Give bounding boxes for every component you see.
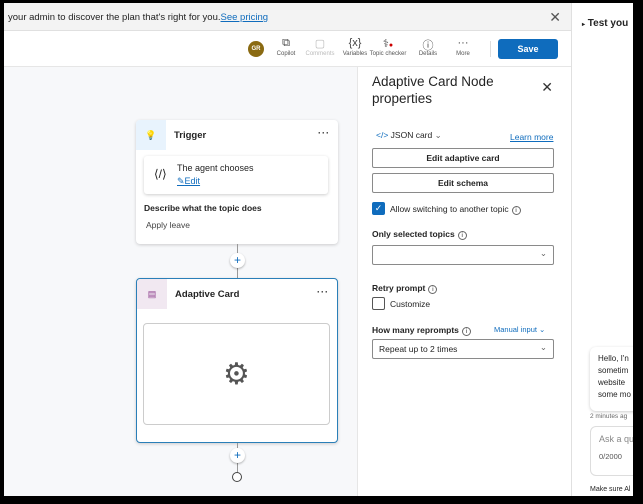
- retry-prompt-label: Retry prompt i: [372, 283, 438, 294]
- adaptive-card-node[interactable]: ▤ Adaptive Card ··· ⚙: [136, 278, 338, 443]
- close-icon[interactable]: ✕: [541, 79, 553, 96]
- info-icon[interactable]: i: [461, 327, 471, 336]
- info-icon[interactable]: i: [511, 206, 521, 215]
- describe-label: Describe what the topic does: [144, 203, 262, 213]
- caret-right-icon: ▸: [582, 22, 586, 28]
- more-icon: ···: [457, 37, 469, 49]
- chevron-down-icon: ⌄: [539, 248, 547, 258]
- edit-schema-button[interactable]: Edit schema: [372, 173, 554, 193]
- more-icon[interactable]: ···: [318, 128, 330, 138]
- info-icon[interactable]: i: [428, 285, 438, 294]
- message-time: 2 minutes ag: [590, 413, 628, 420]
- card-gear-icon: ⚙: [223, 357, 250, 391]
- customize-label: Customize: [390, 299, 431, 309]
- info-icon[interactable]: i: [457, 231, 467, 240]
- close-icon[interactable]: ✕: [549, 9, 561, 26]
- agent-chooses-label: The agent chooses: [177, 163, 254, 173]
- properties-panel: Adaptive Card Node properties ✕ </> JSON…: [357, 67, 571, 496]
- adaptive-card-title: Adaptive Card: [175, 288, 240, 300]
- char-counter: 0/2000: [599, 452, 622, 461]
- panel-title: Adaptive Card Node properties: [372, 74, 494, 106]
- see-pricing-link[interactable]: See pricing: [221, 12, 269, 23]
- app-window: your admin to discover the plan that's r…: [4, 3, 633, 496]
- reprompts-select[interactable]: Repeat up to 2 times ⌄: [372, 339, 554, 359]
- pencil-icon: ✎: [177, 176, 185, 186]
- authoring-canvas[interactable]: 💡 Trigger ··· ⟨/⟩ The agent chooses ✎Edit …: [4, 67, 357, 496]
- trigger-node[interactable]: 💡 Trigger ··· ⟨/⟩ The agent chooses ✎Edit …: [136, 120, 338, 244]
- chevron-down-icon: ⌄: [539, 342, 547, 352]
- divider: [490, 41, 491, 57]
- details-button[interactable]: ⓘ Details: [408, 37, 448, 57]
- topic-checker-button[interactable]: ⚕● Topic checker: [368, 37, 408, 57]
- allow-switching-label: Allow switching to another topic i: [390, 204, 521, 215]
- add-node-button[interactable]: +: [230, 253, 245, 268]
- test-panel: ▸ Test you Hello, I'n sometim website some …: [571, 3, 633, 496]
- add-node-button[interactable]: +: [230, 448, 245, 463]
- avatar[interactable]: GR: [248, 41, 264, 57]
- comments-button[interactable]: ▢ Comments: [300, 37, 340, 57]
- pricing-banner: your admin to discover the plan that's r…: [4, 3, 571, 31]
- more-icon[interactable]: ···: [317, 287, 329, 297]
- customize-checkbox[interactable]: [372, 297, 385, 310]
- comment-icon: ▢: [314, 38, 326, 50]
- disclaimer: Make sure Al: [590, 486, 631, 493]
- chevron-down-icon: ⌄: [434, 130, 442, 140]
- agent-chooses-card: ⟨/⟩ The agent chooses ✎Edit: [144, 156, 328, 194]
- json-card-dropdown[interactable]: </> JSON card ⌄: [376, 130, 442, 141]
- test-panel-header[interactable]: ▸ Test you: [582, 18, 628, 29]
- edit-link[interactable]: ✎Edit: [177, 176, 200, 187]
- code-icon: </>: [376, 130, 389, 140]
- manual-input-dropdown[interactable]: Manual input ⌄: [494, 325, 545, 334]
- reprompts-label: How many reprompts i: [372, 325, 471, 336]
- bot-message: Hello, I'n sometim website some mo: [590, 347, 633, 411]
- chevron-down-icon: ⌄: [539, 325, 546, 334]
- lightbulb-icon: 💡: [136, 120, 166, 150]
- save-button[interactable]: Save: [498, 39, 558, 59]
- info-icon: ⓘ: [422, 40, 434, 52]
- learn-more-link[interactable]: Learn more: [510, 132, 553, 142]
- card-preview[interactable]: ⚙: [143, 323, 330, 425]
- agent-icon: ⟨/⟩: [154, 167, 167, 181]
- edit-adaptive-card-button[interactable]: Edit adaptive card: [372, 148, 554, 168]
- topics-select[interactable]: ⌄: [372, 245, 554, 265]
- trigger-title: Trigger: [174, 129, 207, 141]
- allow-switching-checkbox[interactable]: ✓: [372, 202, 385, 215]
- describe-value[interactable]: Apply leave: [146, 220, 190, 230]
- end-node: [232, 472, 242, 482]
- stethoscope-icon: ⚕●: [382, 38, 394, 50]
- toolbar: GR ⧉ Copilot ▢ Comments {x} Variables ⚕● Top…: [4, 31, 571, 67]
- more-button[interactable]: ··· More: [443, 37, 483, 57]
- only-selected-label: Only selected topics i: [372, 229, 467, 240]
- banner-text: your admin to discover the plan that's r…: [8, 12, 221, 23]
- adaptive-card-icon: ▤: [137, 279, 167, 309]
- ask-input[interactable]: Ask a que 0/2000: [590, 426, 633, 476]
